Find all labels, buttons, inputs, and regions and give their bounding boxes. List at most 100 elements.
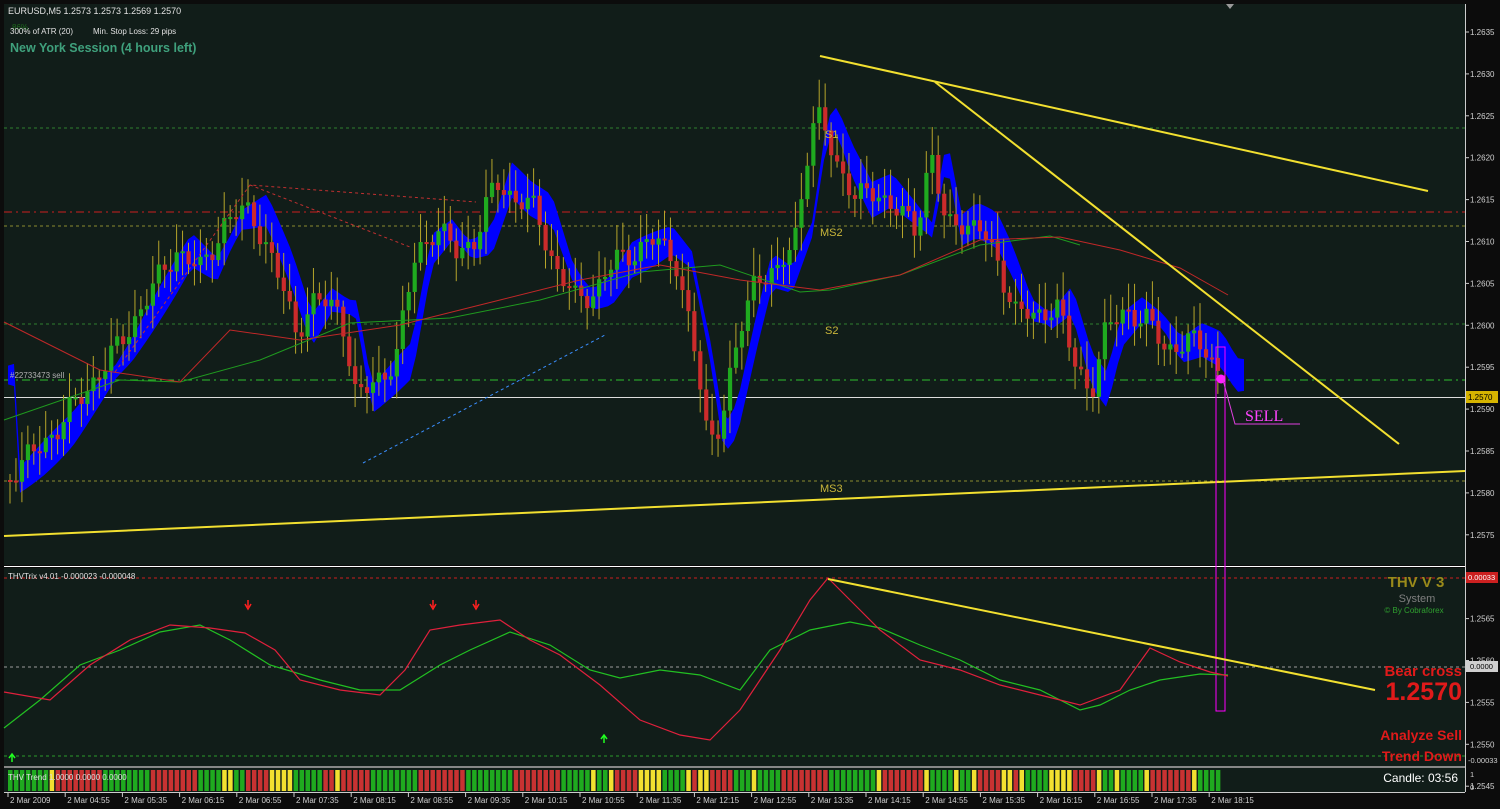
candle-body [1180,351,1185,354]
candle-body [722,410,727,439]
indicator-pane[interactable] [4,568,1465,766]
trend-bar-cell [1067,770,1072,791]
trend-bar-cell [1073,770,1078,791]
trend-bar-cell [150,770,156,791]
candle-body [436,231,441,246]
stoploss-label: Min. Stop Loss: 29 pips [93,27,176,36]
time-tick-label: 2 Mar 08:55 [410,796,453,805]
trend-bar-cell [156,770,162,791]
candle-body [329,299,334,307]
candle-body [817,107,822,124]
trend-bar-cell [829,770,834,791]
candle-body [894,208,899,216]
chart-window[interactable]: S1 MS2 S2 MS3 #22733473 sell SELL EURUSD… [0,0,1500,809]
trend-axis-bottom: 0 [1470,783,1474,792]
candle-body [293,301,298,333]
trend-bar-cell [240,770,245,791]
trend-bar-cell [1215,770,1221,791]
trend-bar-cell [1209,770,1215,791]
candle-body [1073,347,1078,367]
trend-bar-cell [1090,770,1096,791]
candle-body [251,202,257,227]
trend-bar-cell [228,770,233,791]
trend-bar-cell [924,770,929,791]
trend-bar-cell [537,770,543,791]
candle-body [918,217,923,236]
trend-bar-cell [692,770,697,791]
trend-bar-cell [1203,770,1209,791]
candle-body [424,242,429,245]
trend-bar-cell [841,770,846,791]
candle-body [745,300,750,332]
price-tick-label: 1.2575 [1470,531,1495,540]
trend-bar-cell [1162,770,1167,791]
candle-body [1037,309,1042,313]
candle-body [13,480,19,483]
trend-bar-cell [1144,770,1149,791]
trend-bar-cell [127,770,132,791]
trend-bar-cell [1037,770,1042,791]
trend-bar-cell [484,770,489,791]
candle-body [382,372,388,380]
time-tick-label: 2 Mar 13:35 [811,796,854,805]
candle-body [8,480,13,482]
trend-bar-cell [317,770,322,791]
trend-bar-cell [263,770,269,791]
trend-bar-cell [448,770,453,791]
trend-bar-cell [382,770,388,791]
session-label: New York Session (4 hours left) [10,41,196,55]
trend-bar-cell [811,770,816,791]
trend-bar-cell [1096,770,1102,791]
candle-body [442,223,447,232]
trend-bar-cell [376,770,382,791]
price-tick-label: 1.2625 [1470,112,1495,121]
candle-body [132,316,138,338]
trend-bar-cell [329,770,334,791]
price-tick-label: 1.2610 [1470,238,1495,247]
trend-bar-cell [894,770,900,791]
atr-label: 300% of ATR (20) [10,27,73,36]
osc-zero-value: 0.0000 [1470,662,1493,671]
trend-bar-cell [626,770,632,791]
candle-body [1019,301,1024,309]
analyze-label: Analyze Sell [1380,727,1462,743]
level-s2-label: S2 [825,325,838,337]
time-tick-label: 2 Mar 14:15 [868,796,911,805]
candle-body [870,188,875,202]
trend-bar-cell [757,770,763,791]
trend-bar-cell [1007,770,1013,791]
trend-bar-cell [222,770,227,791]
candle-body [418,242,423,263]
trend-bar-cell [632,770,638,791]
candle-body [85,391,90,404]
candle-body [19,460,25,482]
trend-bar-cell [1186,770,1191,791]
trend-bar-cell [614,770,620,791]
trend-label: Trend Down [1382,748,1462,764]
trend-bar-cell [525,770,531,791]
candle-body [240,205,245,220]
trend-bar-cell [216,770,221,791]
candle-body [841,161,846,174]
candle-body [204,254,209,257]
candle-body [906,205,911,212]
time-tick-label: 2 Mar 09:35 [468,796,511,805]
candle-body [716,434,721,439]
trend-bar-cell [573,770,578,791]
trend-bar-cell [269,770,275,791]
trend-bar-cell [817,770,822,791]
candle-body [299,332,304,337]
candle-body [1192,330,1197,334]
osc-lower-value: -0.00033 [1468,756,1498,765]
candle-body [1174,344,1179,352]
trend-bar-cell [1025,770,1030,791]
trend-bar-cell [775,770,781,791]
candle-body [644,239,649,242]
candle-body [400,310,405,349]
time-tick-label: 2 Mar 16:55 [1097,796,1140,805]
candle-body [852,195,858,199]
trend-bar-cell [365,770,370,791]
candle-body [317,293,322,300]
trend-bar-cell [1126,770,1132,791]
candle-body [269,242,274,253]
